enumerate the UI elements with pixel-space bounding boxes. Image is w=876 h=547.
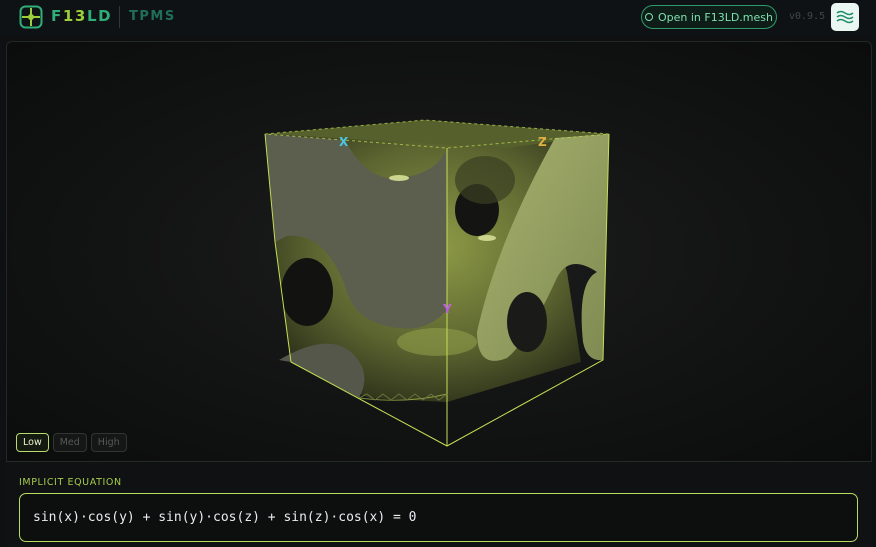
- axis-x-label: X: [339, 135, 349, 149]
- version-label: v0.9.5: [789, 11, 826, 22]
- quality-med-button[interactable]: Med: [52, 433, 87, 452]
- tpms-viewport[interactable]: X Z Y Low Med High: [6, 41, 872, 461]
- f13ld-logo-icon[interactable]: [19, 5, 43, 29]
- equation-panel: IMPLICIT EQUATION sin(x)·cos(y) + sin(y)…: [6, 461, 872, 547]
- waves-icon: [836, 10, 854, 24]
- open-in-mesh-button[interactable]: Open in F13LD.mesh: [641, 5, 777, 29]
- quality-low-button[interactable]: Low: [16, 433, 49, 452]
- ring-icon: [644, 13, 653, 21]
- open-in-mesh-label: Open in F13LD.mesh: [657, 10, 773, 24]
- brand-name: F13LD: [51, 7, 113, 25]
- axis-z-label: Z: [538, 135, 547, 149]
- top-bar: F13LD TPMS Open in F13LD.mesh v0.9.5: [0, 0, 876, 36]
- implicit-equation-field[interactable]: sin(x)·cos(y) + sin(y)·cos(z) + sin(z)·c…: [19, 493, 858, 542]
- equation-text: sin(x)·cos(y) + sin(y)·cos(z) + sin(z)·c…: [33, 510, 417, 525]
- product-name: TPMS: [129, 9, 176, 24]
- gyroid-render[interactable]: [7, 42, 872, 461]
- quality-high-button[interactable]: High: [90, 433, 127, 452]
- equation-label: IMPLICIT EQUATION: [19, 477, 122, 488]
- axis-y-label: Y: [443, 302, 452, 316]
- header-divider: [119, 6, 120, 28]
- quality-selector: Low Med High: [16, 433, 127, 452]
- waves-button[interactable]: [831, 3, 859, 31]
